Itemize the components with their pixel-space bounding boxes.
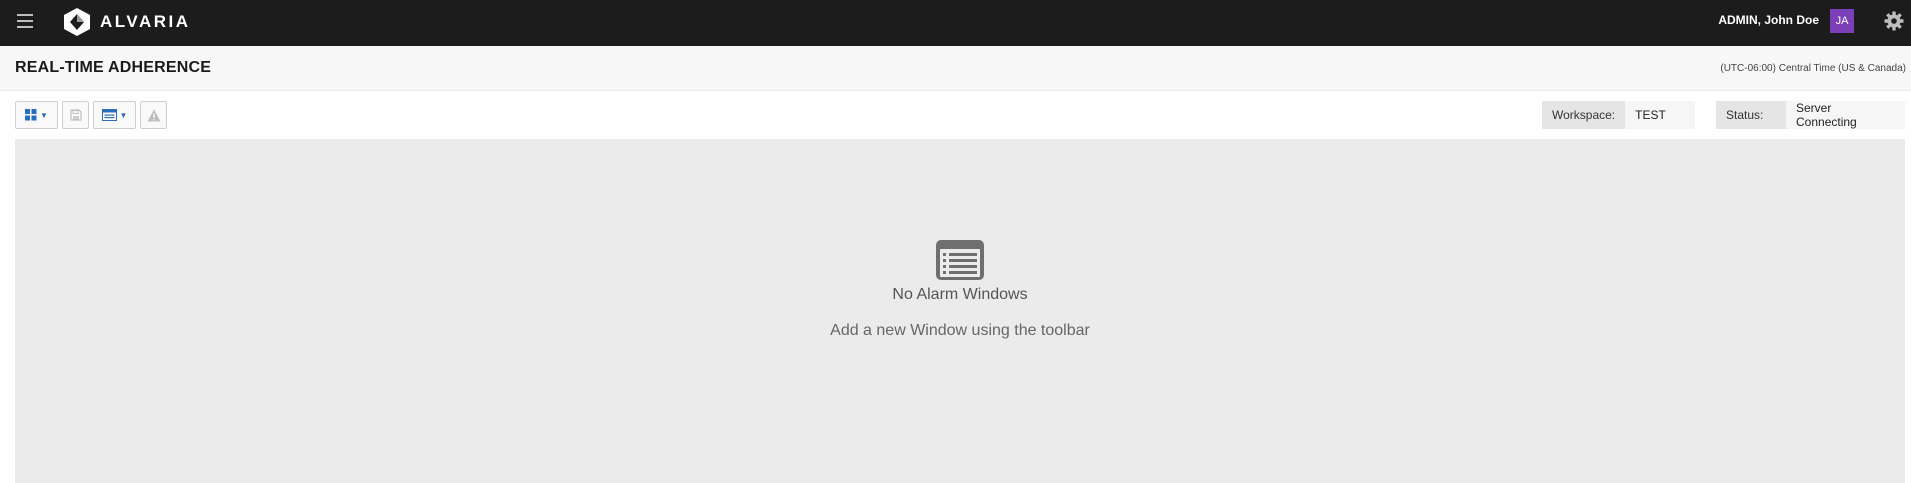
top-navigation-bar: ALVARIA ADMIN, John Doe JA	[0, 0, 1911, 46]
hamburger-menu-icon[interactable]	[17, 13, 33, 29]
alarm-button[interactable]	[140, 101, 167, 129]
workspace-value[interactable]: TEST	[1625, 101, 1696, 129]
server-status: Status: Server Connecting	[1716, 101, 1905, 129]
list-window-icon	[936, 240, 984, 280]
layout-grid-icon	[25, 109, 37, 121]
chevron-down-icon: ▼	[119, 110, 128, 120]
workspace-selector[interactable]: Workspace: TEST	[1542, 101, 1696, 129]
save-icon	[70, 109, 81, 121]
alvaria-logo-mark-icon	[64, 8, 90, 36]
page-header: REAL-TIME ADHERENCE (UTC-06:00) Central …	[0, 46, 1911, 91]
layout-dropdown-button[interactable]: ▼	[15, 101, 58, 129]
status-value: Server Connecting	[1786, 101, 1905, 129]
window-icon	[101, 109, 117, 121]
gear-icon[interactable]	[1884, 11, 1904, 31]
empty-state-subtitle: Add a new Window using the toolbar	[830, 322, 1090, 339]
warning-icon	[147, 109, 160, 121]
workspace-label: Workspace:	[1542, 101, 1626, 129]
chevron-down-icon: ▼	[40, 110, 48, 120]
timezone-label: (UTC-06:00) Central Time (US & Canada)	[1720, 63, 1906, 74]
brand-name: ALVARIA	[100, 12, 191, 31]
user-name[interactable]: ADMIN, John Doe	[1718, 13, 1819, 27]
alarm-windows-area: No Alarm Windows Add a new Window using …	[15, 139, 1905, 483]
avatar[interactable]: JA	[1830, 9, 1854, 33]
add-window-dropdown-button[interactable]: ▼	[93, 101, 136, 129]
page-title: REAL-TIME ADHERENCE	[15, 59, 212, 76]
alvaria-logo[interactable]: ALVARIA	[62, 5, 191, 39]
status-label: Status:	[1716, 101, 1786, 129]
save-button[interactable]	[62, 101, 89, 129]
empty-state-title: No Alarm Windows	[892, 286, 1028, 303]
toolbar: ▼ ▼ Workspace: TEST Status: Server Conne…	[0, 91, 1911, 139]
